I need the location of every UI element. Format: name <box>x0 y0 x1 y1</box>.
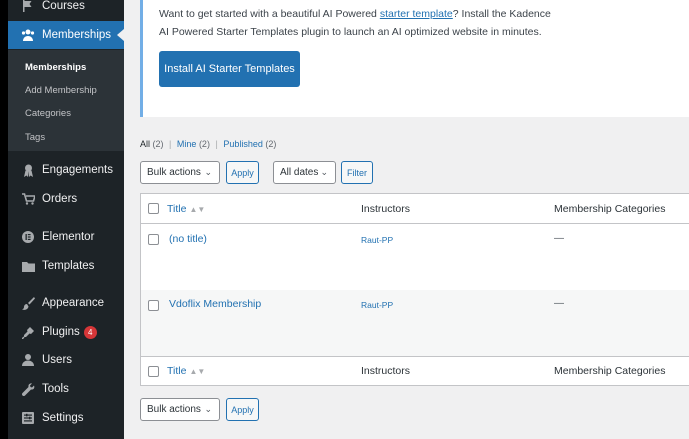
notice-text: Want to get started with a beautiful AI … <box>159 8 551 38</box>
submenu-categories[interactable]: Categories <box>25 108 71 119</box>
date-filter-select[interactable]: All dates ⌄ <box>273 161 336 184</box>
menu-plugins[interactable]: Plugins 4 <box>0 318 124 346</box>
table-row: (no title) Raut-PP — <box>141 225 689 290</box>
view-filters: All (2) | Mine (2) | Published (2) <box>140 139 277 149</box>
menu-plugins-label: Plugins <box>42 326 80 338</box>
table-header: Title ▲▼ Instructors Membership Categorie… <box>141 194 689 224</box>
chevron-down-icon: ⌄ <box>320 167 328 177</box>
menu-engagements-label: Engagements <box>42 164 113 176</box>
row-title-link[interactable]: (no title) <box>169 233 207 245</box>
menu-settings[interactable]: Settings <box>0 404 124 432</box>
menu-settings-label: Settings <box>42 412 84 424</box>
menu-memberships-label: Memberships <box>42 29 112 41</box>
sort-icon: ▲▼ <box>189 205 206 214</box>
menu-users[interactable]: Users <box>0 346 124 374</box>
admin-sidebar: Courses Memberships Memberships Add Memb… <box>0 0 124 439</box>
menu-tools[interactable]: Tools <box>0 375 124 403</box>
memberships-table: Title ▲▼ Instructors Membership Categorie… <box>140 193 689 386</box>
row-categories: — <box>554 233 564 244</box>
menu-templates-label: Templates <box>42 260 95 272</box>
bulk-actions-select[interactable]: Bulk actions ⌄ <box>140 161 220 184</box>
column-membership-categories: Membership Categories <box>554 203 666 215</box>
view-published[interactable]: Published (2) <box>223 139 276 149</box>
menu-orders-label: Orders <box>42 193 78 205</box>
column-title-footer[interactable]: Title ▲▼ <box>167 365 205 377</box>
column-instructors-footer: Instructors <box>361 365 411 377</box>
install-ai-starter-templates-button[interactable]: Install AI Starter Templates <box>159 51 300 87</box>
starter-template-link[interactable]: starter template <box>380 8 453 20</box>
filter-button[interactable]: Filter <box>341 161 373 184</box>
menu-elementor-label: Elementor <box>42 231 95 243</box>
row-instructor-link[interactable]: Raut-PP <box>361 235 393 245</box>
menu-courses-label: Courses <box>42 0 85 12</box>
main-content: Want to get started with a beautiful AI … <box>124 0 689 439</box>
table-row: Vdoflix Membership Raut-PP — <box>141 290 689 356</box>
settings-icon <box>21 411 35 425</box>
view-all[interactable]: All (2) <box>140 139 164 149</box>
row-instructor-link[interactable]: Raut-PP <box>361 300 393 310</box>
cart-icon <box>21 192 35 206</box>
bulk-apply-button-bottom[interactable]: Apply <box>226 398 259 421</box>
flag-icon <box>21 0 35 13</box>
select-all-checkbox-footer[interactable] <box>148 366 159 377</box>
chevron-down-icon: ⌄ <box>204 404 212 414</box>
menu-engagements[interactable]: Engagements <box>0 156 124 184</box>
row-checkbox[interactable] <box>148 300 159 311</box>
elementor-icon <box>21 230 35 244</box>
column-membership-categories-footer: Membership Categories <box>554 365 666 377</box>
menu-appearance[interactable]: Appearance <box>0 289 124 317</box>
plugins-update-badge: 4 <box>83 325 97 339</box>
menu-users-label: Users <box>42 354 73 366</box>
table-footer: Title ▲▼ Instructors Membership Categorie… <box>141 356 689 386</box>
menu-memberships[interactable]: Memberships <box>0 21 124 49</box>
sort-icon: ▲▼ <box>189 367 206 376</box>
select-all-checkbox[interactable] <box>148 203 159 214</box>
folder-icon <box>21 259 35 273</box>
chevron-down-icon: ⌄ <box>204 167 212 177</box>
column-instructors: Instructors <box>361 203 411 215</box>
bulk-apply-button[interactable]: Apply <box>226 161 259 184</box>
kadence-notice: Want to get started with a beautiful AI … <box>140 0 689 117</box>
screen-edge <box>0 0 8 439</box>
menu-courses[interactable]: Courses <box>0 0 124 20</box>
menu-orders[interactable]: Orders <box>0 185 124 213</box>
menu-appearance-label: Appearance <box>42 297 105 309</box>
view-mine[interactable]: Mine (2) <box>177 139 210 149</box>
row-categories: — <box>554 298 564 309</box>
plug-icon <box>21 325 35 339</box>
users-group-icon <box>21 28 35 42</box>
row-checkbox[interactable] <box>148 234 159 245</box>
submenu-tags[interactable]: Tags <box>25 132 45 143</box>
menu-elementor[interactable]: Elementor <box>0 223 124 251</box>
paintbrush-icon <box>21 296 35 310</box>
menu-templates[interactable]: Templates <box>0 252 124 280</box>
row-title-link[interactable]: Vdoflix Membership <box>169 298 261 310</box>
submenu-memberships[interactable]: Memberships <box>25 62 86 73</box>
active-menu-arrow <box>117 29 124 41</box>
column-title[interactable]: Title ▲▼ <box>167 203 205 215</box>
menu-tools-label: Tools <box>42 383 69 395</box>
user-icon <box>21 353 35 367</box>
award-icon <box>21 163 35 177</box>
memberships-submenu: Memberships Add Membership Categories Ta… <box>0 50 124 151</box>
wrench-icon <box>21 382 35 396</box>
bulk-actions-select-bottom[interactable]: Bulk actions ⌄ <box>140 398 220 421</box>
submenu-add-membership[interactable]: Add Membership <box>25 85 97 96</box>
